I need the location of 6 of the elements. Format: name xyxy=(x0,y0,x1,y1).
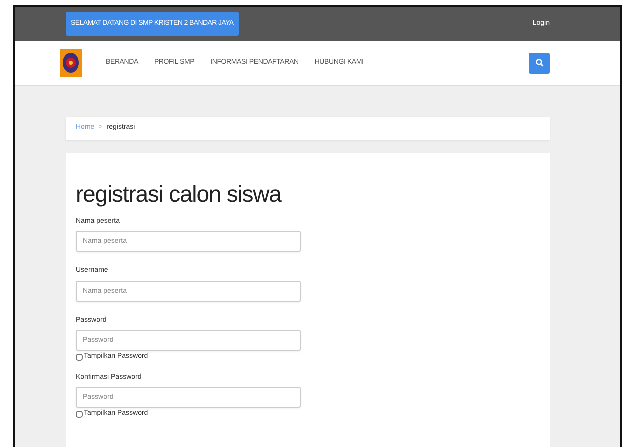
school-logo xyxy=(60,49,82,77)
search-button[interactable] xyxy=(529,52,550,74)
checkbox[interactable] xyxy=(76,410,83,418)
checkbox[interactable] xyxy=(76,354,83,361)
page-title: registrasi calon siswa xyxy=(76,181,283,209)
search-icon xyxy=(536,59,544,67)
